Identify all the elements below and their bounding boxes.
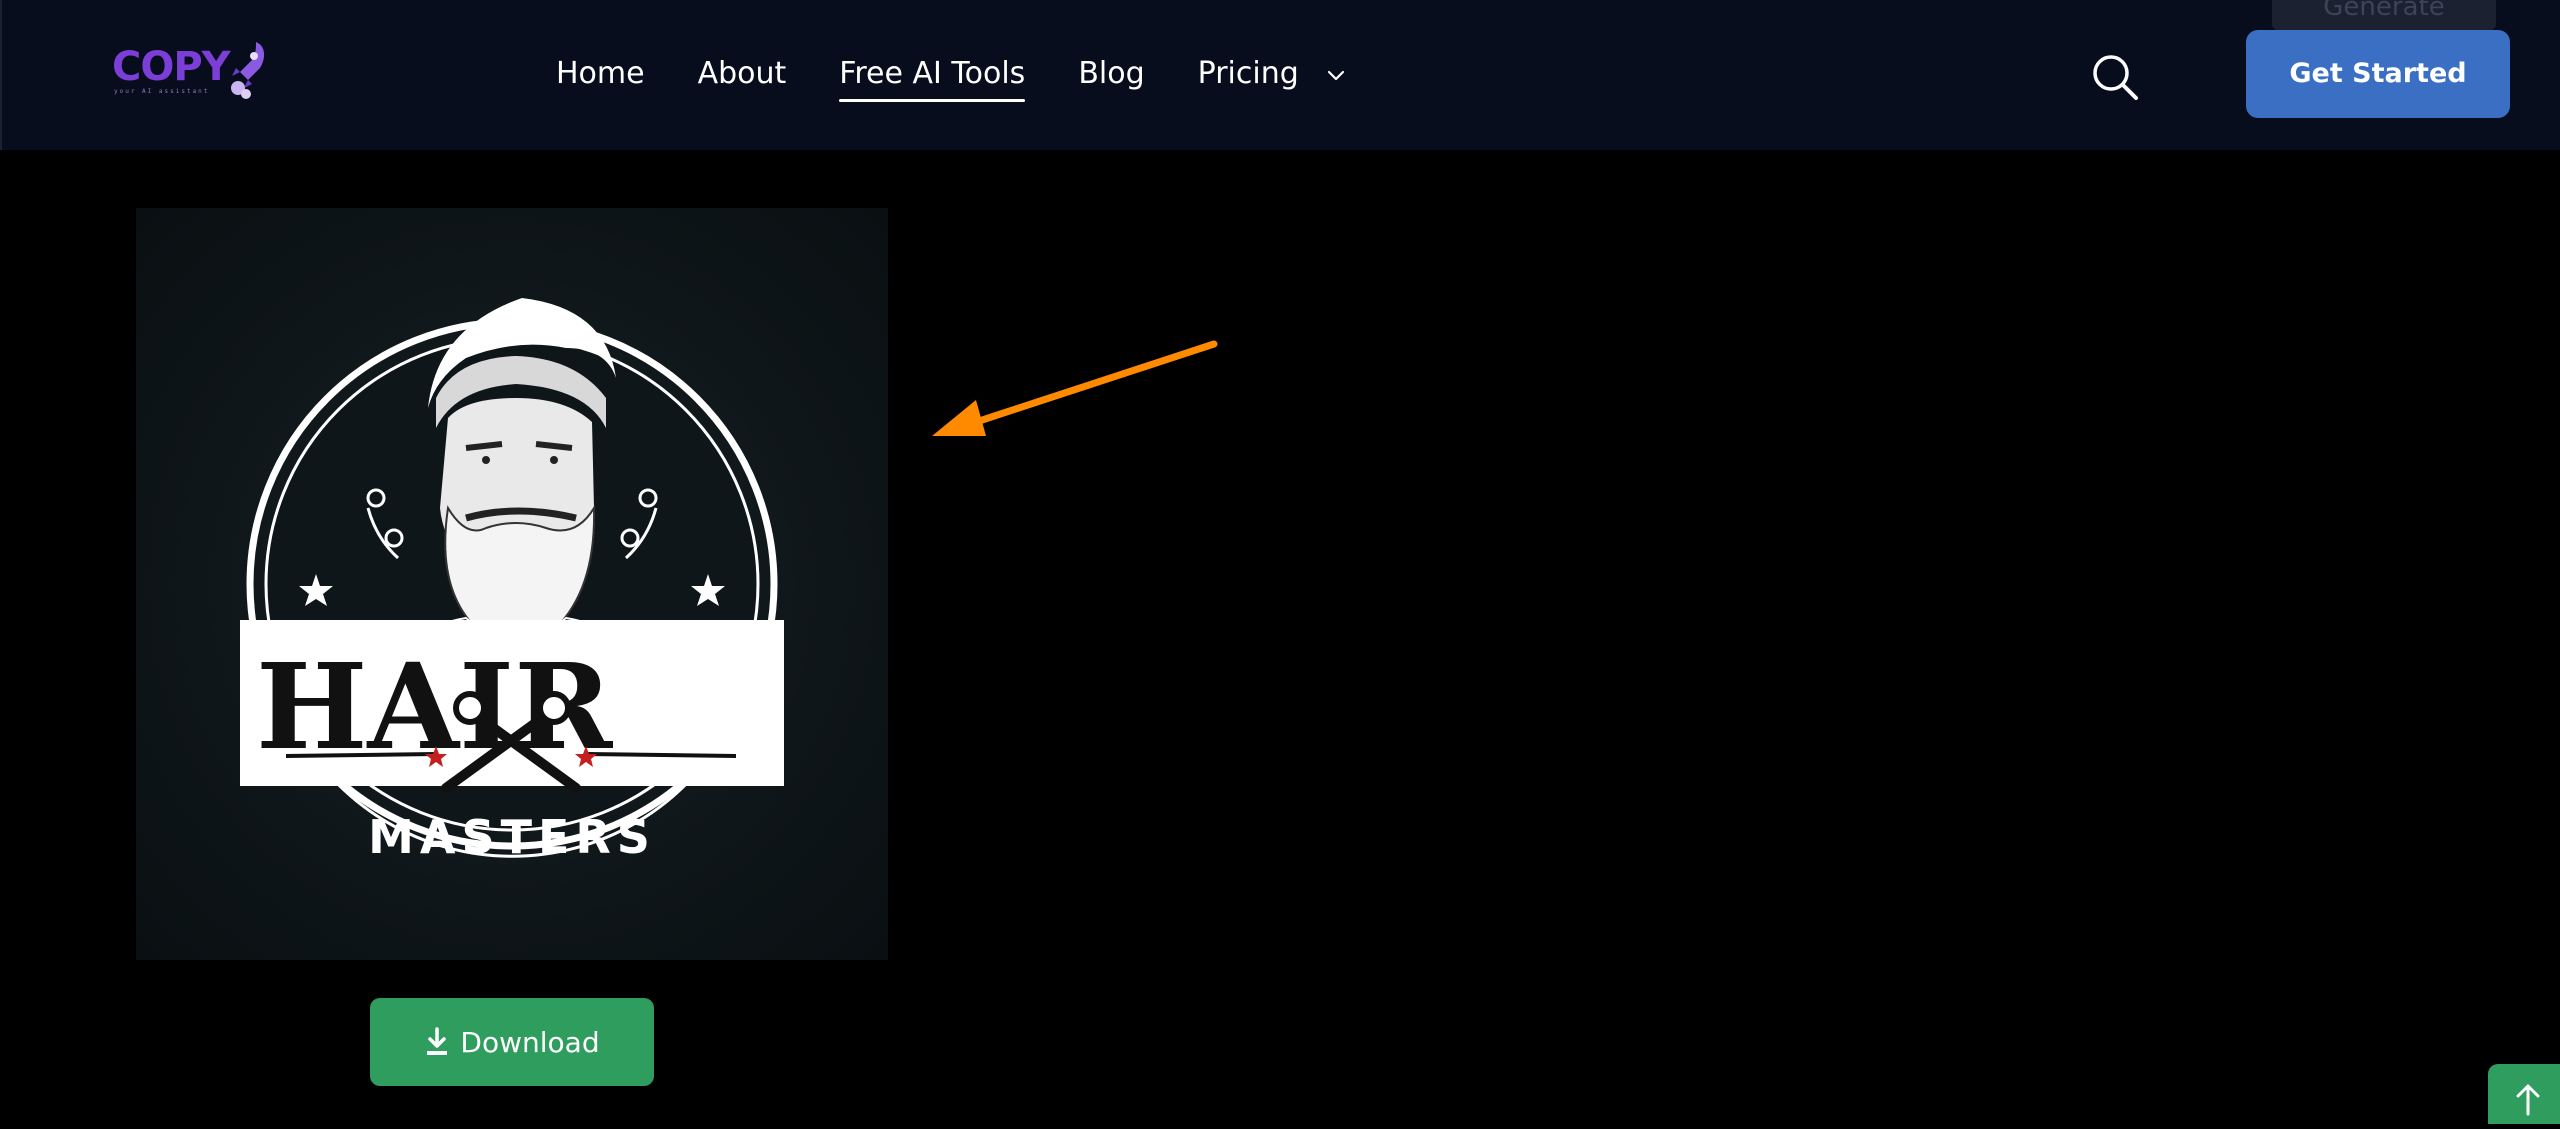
- generated-logo-image: HAIR MASTERS: [136, 208, 888, 960]
- scroll-to-top-button[interactable]: [2488, 1064, 2560, 1124]
- generate-button-partial[interactable]: Generate: [2272, 0, 2496, 30]
- nav-free-ai-tools[interactable]: Free AI Tools: [839, 52, 1026, 102]
- logo-tagline: your AI assistant: [114, 88, 210, 95]
- hair-masters-logo: HAIR MASTERS: [240, 298, 784, 864]
- arrow-up-icon: [2516, 1084, 2540, 1116]
- rocket-icon: [230, 42, 264, 99]
- nav-about[interactable]: About: [698, 52, 787, 96]
- chevron-down-icon[interactable]: [1324, 64, 1348, 88]
- download-icon: [427, 1027, 448, 1055]
- download-button[interactable]: Download: [370, 998, 654, 1086]
- main-nav: Home About Free AI Tools Blog Pricing: [556, 52, 1352, 102]
- nav-blog[interactable]: Blog: [1078, 52, 1144, 96]
- search-icon[interactable]: [2090, 52, 2140, 102]
- get-started-button[interactable]: Get Started: [2246, 30, 2510, 118]
- arrow-pointer-icon: [932, 340, 1218, 436]
- site-logo[interactable]: COPY your AI assistant: [112, 42, 268, 100]
- logo-bottom-text: MASTERS: [368, 810, 656, 864]
- logo-text: COPY: [112, 44, 231, 90]
- download-label: Download: [460, 1025, 600, 1059]
- nav-pricing[interactable]: Pricing: [1198, 52, 1299, 96]
- top-navbar: COPY your AI assistant Home About Free A…: [0, 0, 2560, 150]
- nav-home[interactable]: Home: [556, 52, 645, 96]
